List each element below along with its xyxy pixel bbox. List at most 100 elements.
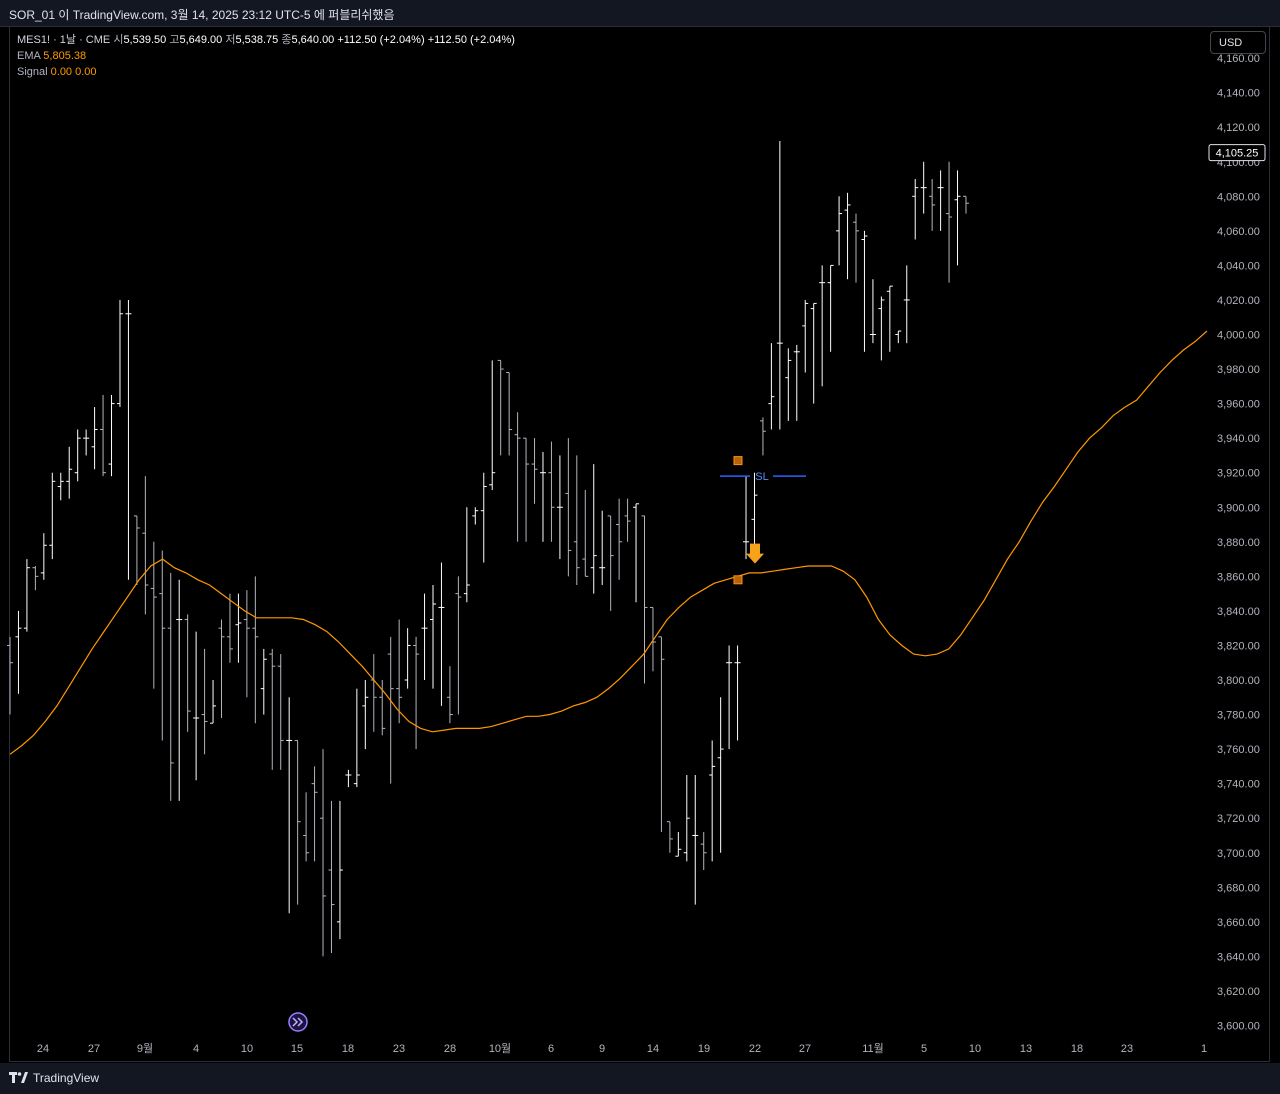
high-value: 5,649.00: [179, 34, 223, 46]
ohlc-bar: [810, 302, 817, 404]
ohlc-bar: [658, 636, 665, 833]
x-tick-label: 13: [1020, 1043, 1032, 1055]
signal-value-2: 0.00: [75, 66, 97, 78]
ohlc-bar: [252, 576, 259, 724]
y-tick-label: 3,840.00: [1217, 606, 1260, 618]
ohlc-bar: [116, 299, 123, 408]
ohlc-bar: [802, 299, 809, 373]
x-tick-label: 9: [599, 1043, 605, 1055]
ohlc-bar: [74, 429, 81, 482]
ohlc-bar: [201, 648, 208, 755]
ohlc-bar: [692, 775, 699, 905]
ohlc-bar: [717, 697, 724, 853]
ohlc-bar: [125, 299, 132, 580]
ohlc-bar: [370, 654, 377, 732]
x-tick-label: 6: [548, 1043, 554, 1055]
ohlc-bar: [446, 666, 453, 724]
ema-value: 5,805.38: [43, 50, 87, 62]
ohlc-bar: [548, 441, 555, 542]
symbol-label[interactable]: MES1! · 1날 · CME: [17, 34, 110, 46]
ohlc-bar: [210, 680, 217, 724]
ohlc-bar: [556, 455, 563, 560]
currency-button[interactable]: USD: [1210, 31, 1266, 54]
ohlc-bar: [641, 515, 648, 684]
ohlc-bar: [32, 565, 39, 591]
ohlc-bar: [920, 161, 927, 214]
open-value: 5,539.50: [123, 34, 167, 46]
ohlc-bar: [7, 636, 13, 715]
ema-line: [9, 330, 1208, 755]
ohlc-bar: [438, 562, 445, 706]
ohlc-bar: [133, 515, 140, 585]
x-tick-label: 11월: [862, 1042, 884, 1055]
ohlc-bar: [607, 515, 614, 611]
signal-square-marker: [733, 456, 743, 466]
ohlc-bar: [396, 619, 403, 724]
tradingview-logo[interactable]: TradingView: [9, 1071, 99, 1085]
brand-name: TradingView: [33, 1071, 100, 1085]
open-label: 시: [113, 34, 124, 46]
ohlc-bar: [243, 590, 250, 698]
y-tick-label: 4,020.00: [1217, 295, 1260, 307]
ohlc-bar: [836, 196, 843, 266]
ohlc-bar: [869, 279, 876, 344]
x-tick-label: 23: [1121, 1043, 1133, 1055]
x-tick-label: 15: [291, 1043, 303, 1055]
x-tick-label: 18: [342, 1043, 354, 1055]
ohlc-bar: [311, 766, 318, 862]
close-label: 종: [281, 34, 292, 46]
ohlc-bar: [345, 769, 352, 788]
ohlc-bar: [463, 507, 470, 603]
ohlc-bar: [142, 476, 149, 615]
x-tick-label: 1: [1201, 1043, 1207, 1055]
ohlc-bar: [303, 792, 310, 862]
ohlc-bar: [66, 446, 73, 499]
ohlc-bar: [336, 800, 343, 940]
event-marker-icon[interactable]: [288, 1012, 308, 1032]
ohlc-bar: [226, 593, 233, 663]
y-tick-label: 4,120.00: [1217, 122, 1260, 134]
y-tick-label: 3,700.00: [1217, 848, 1260, 860]
x-tick-label: 4: [193, 1043, 199, 1055]
signal-value-1: 0.00: [50, 66, 73, 78]
signal-row[interactable]: Signal 0.00 0.00: [17, 64, 515, 80]
ohlc-bar: [421, 593, 428, 680]
ohlc-bar: [404, 628, 411, 689]
x-tick-label: 5: [921, 1043, 927, 1055]
ohlc-bar: [235, 593, 242, 663]
ohlc-row: MES1! · 1날 · CME 시5,539.50 고5,649.00 저5,…: [17, 32, 515, 48]
ohlc-bar: [269, 648, 276, 770]
ohlc-bar: [582, 489, 589, 577]
tradingview-icon: [9, 1072, 28, 1083]
ohlc-bar: [962, 195, 969, 214]
x-tick-label: 23: [393, 1043, 405, 1055]
ohlc-bar: [455, 576, 462, 715]
ohlc-bar: [108, 394, 115, 477]
y-tick-label: 3,680.00: [1217, 882, 1260, 894]
ohlc-bar: [472, 507, 479, 525]
x-tick-label: 19: [698, 1043, 710, 1055]
ohlc-bar: [726, 645, 733, 750]
y-tick-label: 4,080.00: [1217, 191, 1260, 203]
ohlc-bar: [328, 800, 335, 953]
ohlc-bar: [878, 296, 885, 361]
ohlc-bar: [675, 832, 682, 857]
ohlc-bar: [700, 832, 707, 871]
y-tick-label: 3,660.00: [1217, 917, 1260, 929]
x-tick-label: 28: [444, 1043, 456, 1055]
ohlc-bar: [320, 749, 327, 957]
ohlc-bar: [362, 680, 369, 750]
low-value: 5,538.75: [235, 34, 279, 46]
ohlc-bar: [565, 438, 572, 577]
ohlc-bar: [819, 265, 826, 387]
ohlc-bar: [539, 451, 546, 542]
ohlc-bar: [886, 285, 893, 352]
ohlc-bar: [683, 775, 690, 862]
ema-row[interactable]: EMA 5,805.38: [17, 48, 515, 64]
ohlc-bar: [49, 472, 56, 560]
y-tick-label: 3,600.00: [1217, 1021, 1260, 1033]
ohlc-bar: [260, 648, 267, 715]
ohlc-bar: [768, 343, 775, 430]
ohlc-bar: [15, 610, 22, 694]
price-chart[interactable]: 4,160.004,140.004,120.004,100.004,080.00…: [0, 0, 1280, 1094]
